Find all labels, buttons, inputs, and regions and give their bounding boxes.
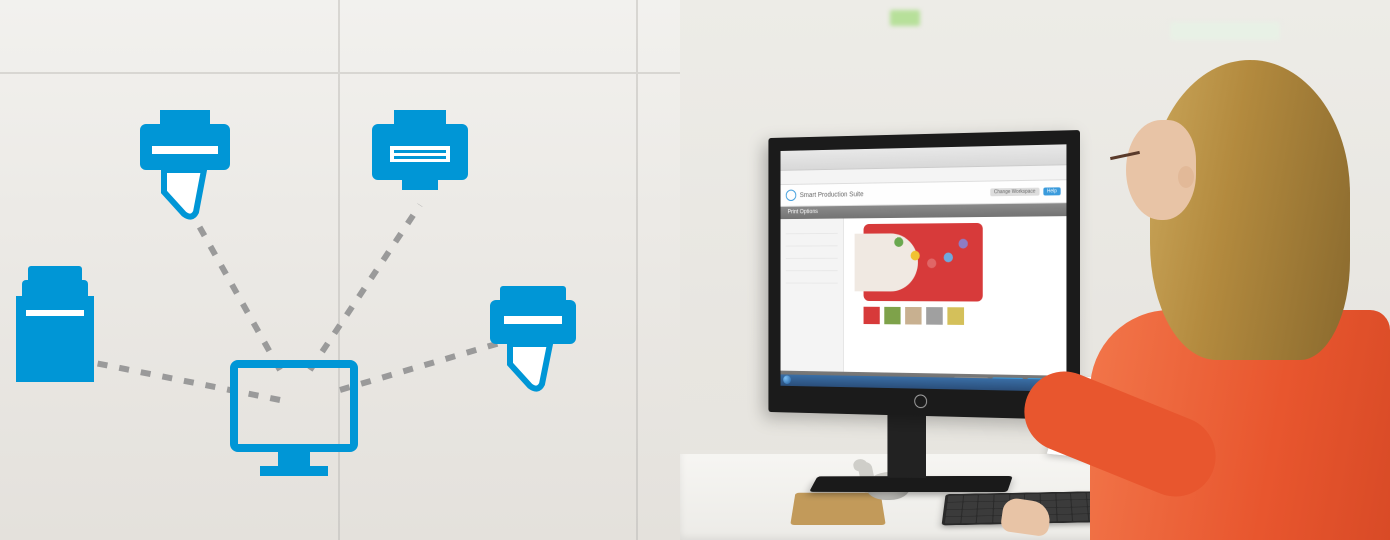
hp-logo-icon xyxy=(786,190,796,202)
start-button-icon xyxy=(783,375,791,384)
marketing-hero-scene: Smart Production Suite Change Workspace … xyxy=(0,0,1390,540)
app-body xyxy=(781,216,1067,376)
brochure-preview xyxy=(864,223,983,302)
monitor-stand-base xyxy=(809,476,1013,492)
person-at-desk xyxy=(1070,60,1390,540)
thumbnail-row xyxy=(864,307,964,325)
wall-seam xyxy=(636,0,638,540)
wall-seam xyxy=(0,72,680,74)
ceiling-light xyxy=(1170,22,1280,40)
header-pill: Change Workspace xyxy=(990,188,1039,197)
monitor-screen: Smart Production Suite Change Workspace … xyxy=(781,144,1067,391)
monitor-stand-neck xyxy=(887,408,926,478)
cubicle-wall xyxy=(0,0,680,540)
page-section-label: Print Options xyxy=(788,209,818,215)
app-title: Smart Production Suite xyxy=(800,191,864,199)
monitor: Smart Production Suite Change Workspace … xyxy=(768,130,1080,420)
wall-seam xyxy=(338,0,340,540)
options-panel xyxy=(781,218,844,371)
exit-sign xyxy=(890,10,920,26)
preview-pane xyxy=(844,216,1067,376)
header-pill: Help xyxy=(1043,187,1061,195)
hp-monitor-badge-icon xyxy=(914,394,927,408)
